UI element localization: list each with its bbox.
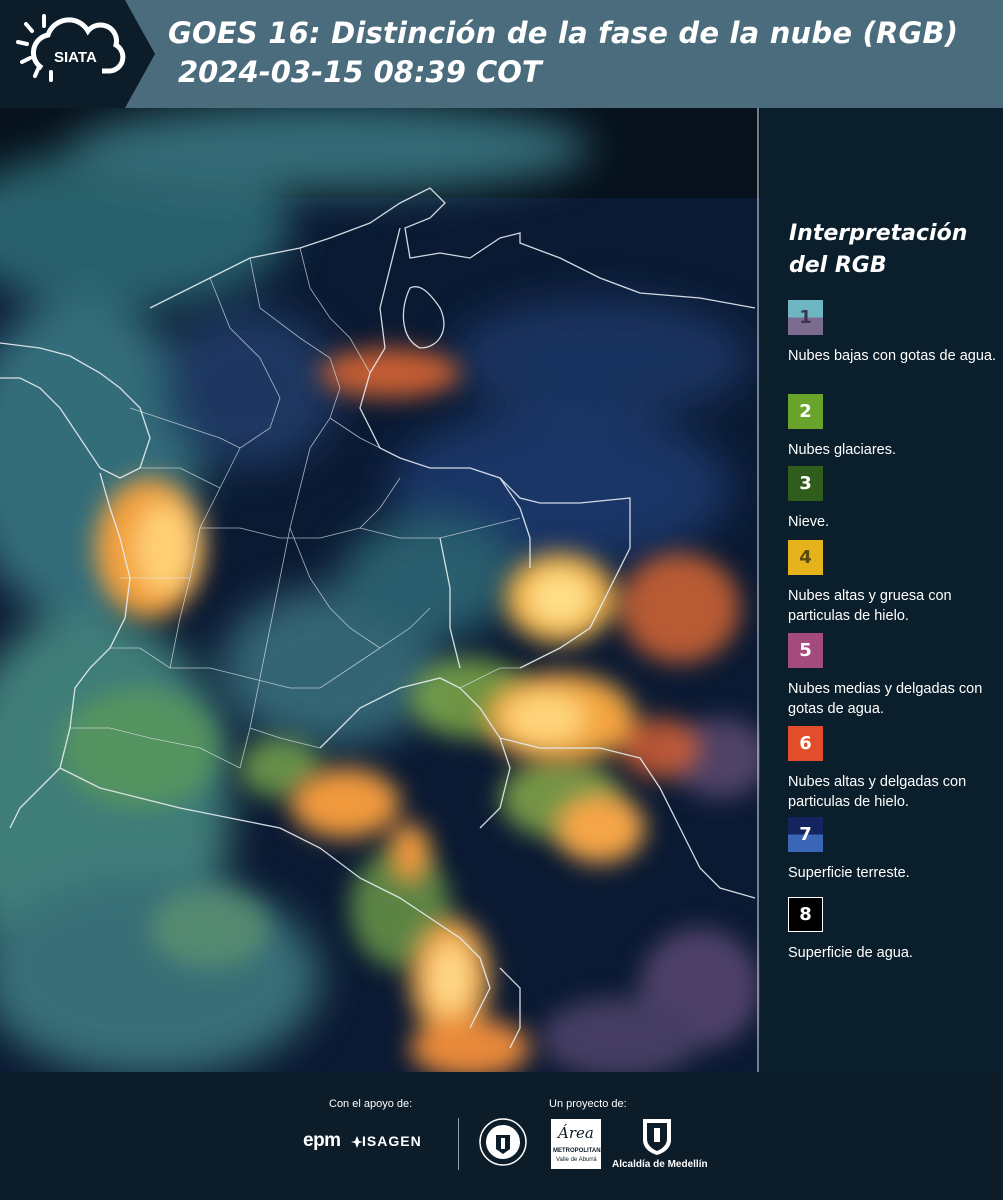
university-seal-icon	[479, 1118, 527, 1166]
legend-description: Nubes bajas con gotas de agua.	[788, 348, 996, 364]
alcaldia-shield-icon	[643, 1119, 671, 1155]
legend-description: Superficie de agua.	[788, 945, 913, 961]
legend-swatch: 2	[788, 394, 823, 429]
legend-description: Nubes altas y delgadas con particulas de…	[788, 774, 967, 810]
footer-divider	[458, 1118, 459, 1170]
project-label: Un proyecto de:	[549, 1098, 627, 1110]
legend-description: Nubes medias y delgadas con gotas de agu…	[788, 681, 983, 717]
legend-description: Superficie terreste.	[788, 865, 910, 881]
footer: Con el apoyo de: Un proyecto de: epm ISA…	[0, 1072, 1003, 1200]
satellite-image	[0, 108, 760, 1072]
isagen-logo: ISAGEN	[362, 1133, 422, 1149]
siata-logo-text: SIATA	[54, 49, 97, 66]
legend-swatch: 4	[788, 540, 823, 575]
legend-swatch: 8	[788, 897, 823, 932]
legend-swatch: 1	[788, 300, 823, 335]
legend-description: Nubes glaciares.	[788, 442, 896, 458]
legend-description: Nubes altas y gruesa con particulas de h…	[788, 588, 952, 624]
legend-swatch: 5	[788, 633, 823, 668]
legend-swatch: 3	[788, 466, 823, 501]
support-label: Con el apoyo de:	[329, 1098, 413, 1110]
alcaldia-label: Alcaldía de Medellín	[612, 1159, 708, 1170]
header-bar: SIATA GOES 16: Distinción de la fase de …	[0, 0, 1003, 108]
page-title: GOES 16: Distinción de la fase de la nub…	[168, 16, 959, 50]
siata-logo: SIATA	[0, 0, 155, 108]
area-metropolitana-logo: Área METROPOLITANA Valle de Aburrá	[551, 1119, 605, 1169]
legend-swatch: 6	[788, 726, 823, 761]
legend-description: Nieve.	[788, 514, 830, 530]
page-timestamp: 2024-03-15 08:39 COT	[178, 55, 542, 89]
epm-logo: epm	[303, 1130, 341, 1151]
legend-title: Interpretación del RGB	[789, 221, 968, 278]
legend-panel: Interpretación del RGB 1 Nubes bajas con …	[760, 108, 1003, 1072]
satellite-rgb-map	[0, 108, 760, 1072]
legend-swatch: 7	[788, 817, 823, 852]
